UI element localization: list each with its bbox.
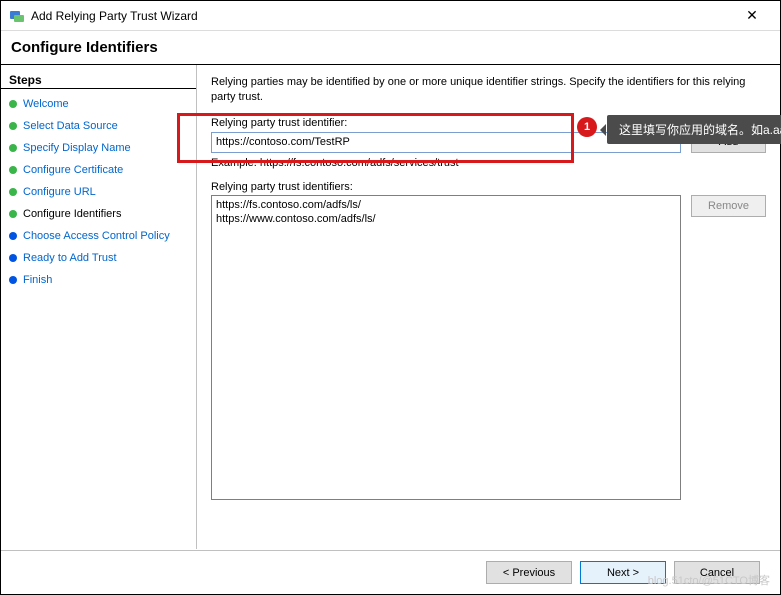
- remove-button[interactable]: Remove: [691, 195, 766, 217]
- app-icon: [9, 8, 25, 24]
- step-choose-access-control-policy[interactable]: Choose Access Control Policy: [1, 225, 196, 247]
- page-title: Configure Identifiers: [11, 39, 770, 56]
- step-bullet-icon: [9, 210, 17, 218]
- step-finish[interactable]: Finish: [1, 269, 196, 291]
- step-specify-display-name[interactable]: Specify Display Name: [1, 137, 196, 159]
- instruction-text: Relying parties may be identified by one…: [211, 75, 766, 105]
- content-pane: Relying parties may be identified by one…: [197, 65, 780, 549]
- step-label: Choose Access Control Policy: [23, 229, 170, 243]
- step-label: Configure URL: [23, 185, 96, 199]
- step-label: Configure Certificate: [23, 163, 123, 177]
- steps-heading: Steps: [1, 71, 196, 88]
- list-item[interactable]: https://fs.contoso.com/adfs/ls/: [216, 198, 676, 212]
- step-welcome[interactable]: Welcome: [1, 93, 196, 115]
- list-item[interactable]: https://www.contoso.com/adfs/ls/: [216, 212, 676, 226]
- step-bullet-icon: [9, 144, 17, 152]
- steps-rule: [1, 88, 196, 89]
- step-bullet-icon: [9, 166, 17, 174]
- wizard-header: Configure Identifiers: [1, 31, 780, 62]
- identifiers-list-label: Relying party trust identifiers:: [211, 181, 766, 193]
- step-label: Select Data Source: [23, 119, 118, 133]
- step-label: Finish: [23, 273, 52, 287]
- step-label: Welcome: [23, 97, 69, 111]
- step-bullet-icon: [9, 254, 17, 262]
- close-button[interactable]: ✕: [732, 7, 772, 24]
- step-label: Configure Identifiers: [23, 207, 121, 221]
- window-title: Add Relying Party Trust Wizard: [31, 9, 732, 23]
- step-bullet-icon: [9, 232, 17, 240]
- titlebar: Add Relying Party Trust Wizard ✕: [1, 1, 780, 31]
- step-bullet-icon: [9, 100, 17, 108]
- wizard-window: Add Relying Party Trust Wizard ✕ Configu…: [0, 0, 781, 595]
- step-bullet-icon: [9, 276, 17, 284]
- step-label: Specify Display Name: [23, 141, 131, 155]
- step-configure-certificate[interactable]: Configure Certificate: [1, 159, 196, 181]
- identifiers-listbox[interactable]: https://fs.contoso.com/adfs/ls/https://w…: [211, 195, 681, 500]
- steps-sidebar: Steps Welcome Select Data Source Specify D…: [1, 65, 197, 549]
- annotation-badge: 1: [577, 117, 597, 137]
- watermark: blog.51cto/@51CTO博客: [648, 572, 770, 588]
- wizard-body: Steps Welcome Select Data Source Specify D…: [1, 65, 780, 549]
- annotation-tooltip: 这里填写你应用的域名。如a.aaa.com: [607, 115, 781, 144]
- previous-button[interactable]: < Previous: [486, 561, 572, 584]
- step-bullet-icon: [9, 188, 17, 196]
- step-configure-url[interactable]: Configure URL: [1, 181, 196, 203]
- step-select-data-source[interactable]: Select Data Source: [1, 115, 196, 137]
- example-text: Example: https://fs.contoso.com/adfs/ser…: [211, 157, 766, 169]
- step-bullet-icon: [9, 122, 17, 130]
- step-label: Ready to Add Trust: [23, 251, 117, 265]
- step-configure-identifiers[interactable]: Configure Identifiers: [1, 203, 196, 225]
- step-ready-to-add-trust[interactable]: Ready to Add Trust: [1, 247, 196, 269]
